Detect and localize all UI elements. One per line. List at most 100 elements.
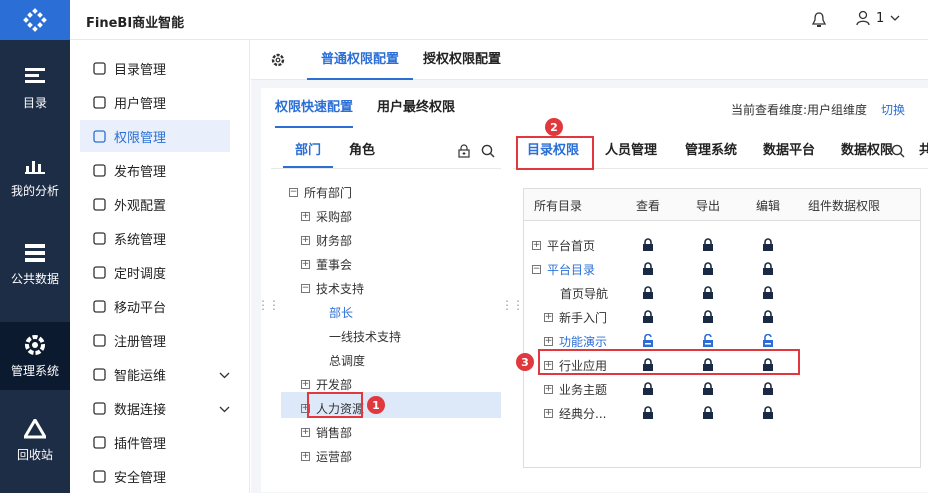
- menu-item[interactable]: 外观配置: [80, 188, 230, 220]
- expand-toggle-icon[interactable]: +: [301, 235, 310, 245]
- tree-node[interactable]: 部长: [329, 300, 353, 324]
- expand-toggle-icon[interactable]: −: [289, 187, 298, 197]
- nav-my-analysis[interactable]: 我的分析: [0, 144, 70, 208]
- mobile-icon: [92, 299, 106, 313]
- menu-item[interactable]: 插件管理: [80, 426, 230, 458]
- tab-right[interactable]: 人员管理: [605, 134, 657, 168]
- lock-icon[interactable]: [762, 406, 776, 422]
- unlock-icon[interactable]: [702, 333, 716, 350]
- menu-item[interactable]: 权限管理: [80, 120, 230, 152]
- tab-normal-permission[interactable]: 普通权限配置: [307, 40, 414, 80]
- search-icon[interactable]: [481, 144, 495, 162]
- lock-add-icon[interactable]: [457, 144, 471, 162]
- expand-toggle-icon[interactable]: +: [544, 408, 553, 418]
- catalog-row[interactable]: + 业务主题: [544, 377, 607, 401]
- resize-handle[interactable]: ⋮⋮: [257, 298, 280, 312]
- tab-department[interactable]: 部门: [283, 134, 334, 168]
- tab-right[interactable]: 数据平台: [763, 134, 815, 168]
- expand-toggle-icon[interactable]: −: [532, 264, 541, 274]
- catalog-row[interactable]: − 平台目录: [532, 257, 595, 281]
- expand-toggle-icon[interactable]: +: [544, 336, 553, 346]
- lock-icon[interactable]: [762, 286, 776, 302]
- nav-label: 公共数据: [10, 271, 59, 286]
- nav-catalog[interactable]: 目录: [0, 56, 70, 120]
- lock-icon[interactable]: [762, 310, 776, 326]
- menu-item[interactable]: 安全管理: [80, 460, 230, 492]
- lock-icon[interactable]: [642, 382, 656, 398]
- column-header: 组件数据权限: [808, 199, 881, 213]
- column-header: 查看: [636, 199, 661, 213]
- menu-item[interactable]: 目录管理: [80, 52, 230, 84]
- tab-role[interactable]: 角色: [349, 134, 375, 168]
- lock-icon[interactable]: [642, 286, 656, 302]
- tree-node-label: 一线技术支持: [329, 329, 402, 344]
- user-icon: [856, 10, 870, 26]
- lock-icon[interactable]: [642, 310, 656, 326]
- app-logo[interactable]: [0, 0, 70, 40]
- switch-link[interactable]: 切换: [881, 101, 905, 118]
- nav-admin-system[interactable]: 管理系统: [0, 322, 70, 390]
- lock-icon[interactable]: [702, 286, 716, 302]
- menu-item[interactable]: 移动平台: [80, 290, 230, 322]
- tab-right[interactable]: 数据权限: [841, 134, 893, 168]
- lock-icon[interactable]: [702, 310, 716, 326]
- tree-node[interactable]: + 销售部: [301, 420, 352, 444]
- bell-icon[interactable]: [811, 12, 827, 32]
- expand-toggle-icon[interactable]: +: [544, 384, 553, 394]
- catalog-row-label: 平台目录: [547, 262, 596, 277]
- menu-item[interactable]: 数据连接: [80, 392, 230, 424]
- menu-item[interactable]: 发布管理: [80, 154, 230, 186]
- tab-grant-permission[interactable]: 授权权限配置: [423, 40, 501, 80]
- nav-recycle-bin[interactable]: 回收站: [0, 408, 70, 472]
- tab-final-permission[interactable]: 用户最终权限: [377, 88, 455, 128]
- tree-node[interactable]: − 所有部门: [289, 180, 352, 204]
- step-badge: 2: [545, 118, 563, 136]
- gear-icon: [24, 334, 46, 356]
- expand-toggle-icon[interactable]: +: [301, 427, 310, 437]
- menu-item[interactable]: 注册管理: [80, 324, 230, 356]
- tree-node[interactable]: − 技术支持: [301, 276, 364, 300]
- menu-item[interactable]: 智能运维: [80, 358, 230, 390]
- lock-icon[interactable]: [702, 406, 716, 422]
- analysis-icon: [24, 154, 46, 176]
- lock-icon[interactable]: [642, 406, 656, 422]
- catalog-row[interactable]: + 经典分...: [544, 401, 606, 425]
- nav-public-data[interactable]: 公共数据: [0, 232, 70, 296]
- tab-right[interactable]: 共: [919, 134, 928, 168]
- tree-node[interactable]: 总调度: [329, 348, 365, 372]
- catalog-row[interactable]: + 平台首页: [532, 233, 595, 257]
- expand-toggle-icon[interactable]: +: [544, 312, 553, 322]
- expand-toggle-icon[interactable]: +: [301, 379, 310, 389]
- tree-node[interactable]: + 运营部: [301, 444, 352, 468]
- expand-toggle-icon[interactable]: +: [301, 211, 310, 221]
- user-menu[interactable]: 1: [856, 10, 900, 26]
- expand-toggle-icon[interactable]: +: [301, 259, 310, 269]
- lock-icon[interactable]: [642, 262, 656, 278]
- unlock-icon[interactable]: [762, 333, 776, 350]
- catalog-row[interactable]: 首页导航: [560, 281, 608, 305]
- tree-node[interactable]: + 财务部: [301, 228, 352, 252]
- catalog-row[interactable]: + 新手入门: [544, 305, 607, 329]
- expand-toggle-icon[interactable]: −: [301, 283, 310, 293]
- tree-node[interactable]: + 董事会: [301, 252, 352, 276]
- lock-icon[interactable]: [702, 262, 716, 278]
- unlock-icon[interactable]: [642, 333, 656, 350]
- settings-gear-icon[interactable]: [271, 53, 285, 71]
- lock-icon[interactable]: [762, 262, 776, 278]
- menu-item[interactable]: 系统管理: [80, 222, 230, 254]
- lock-icon[interactable]: [702, 238, 716, 254]
- menu-item[interactable]: 定时调度: [80, 256, 230, 288]
- tab-right[interactable]: 管理系统: [685, 134, 737, 168]
- expand-toggle-icon[interactable]: +: [301, 451, 310, 461]
- tree-node[interactable]: 一线技术支持: [329, 324, 401, 348]
- expand-toggle-icon[interactable]: +: [532, 240, 541, 250]
- lock-icon[interactable]: [762, 238, 776, 254]
- tree-node[interactable]: + 采购部: [301, 204, 352, 228]
- lock-icon[interactable]: [762, 382, 776, 398]
- lock-icon[interactable]: [642, 238, 656, 254]
- tab-quick-config[interactable]: 权限快速配置: [275, 88, 354, 128]
- menu-item[interactable]: 用户管理: [80, 86, 230, 118]
- tree-node-label: 总调度: [329, 353, 366, 368]
- lock-icon[interactable]: [702, 382, 716, 398]
- search-icon[interactable]: [891, 144, 905, 162]
